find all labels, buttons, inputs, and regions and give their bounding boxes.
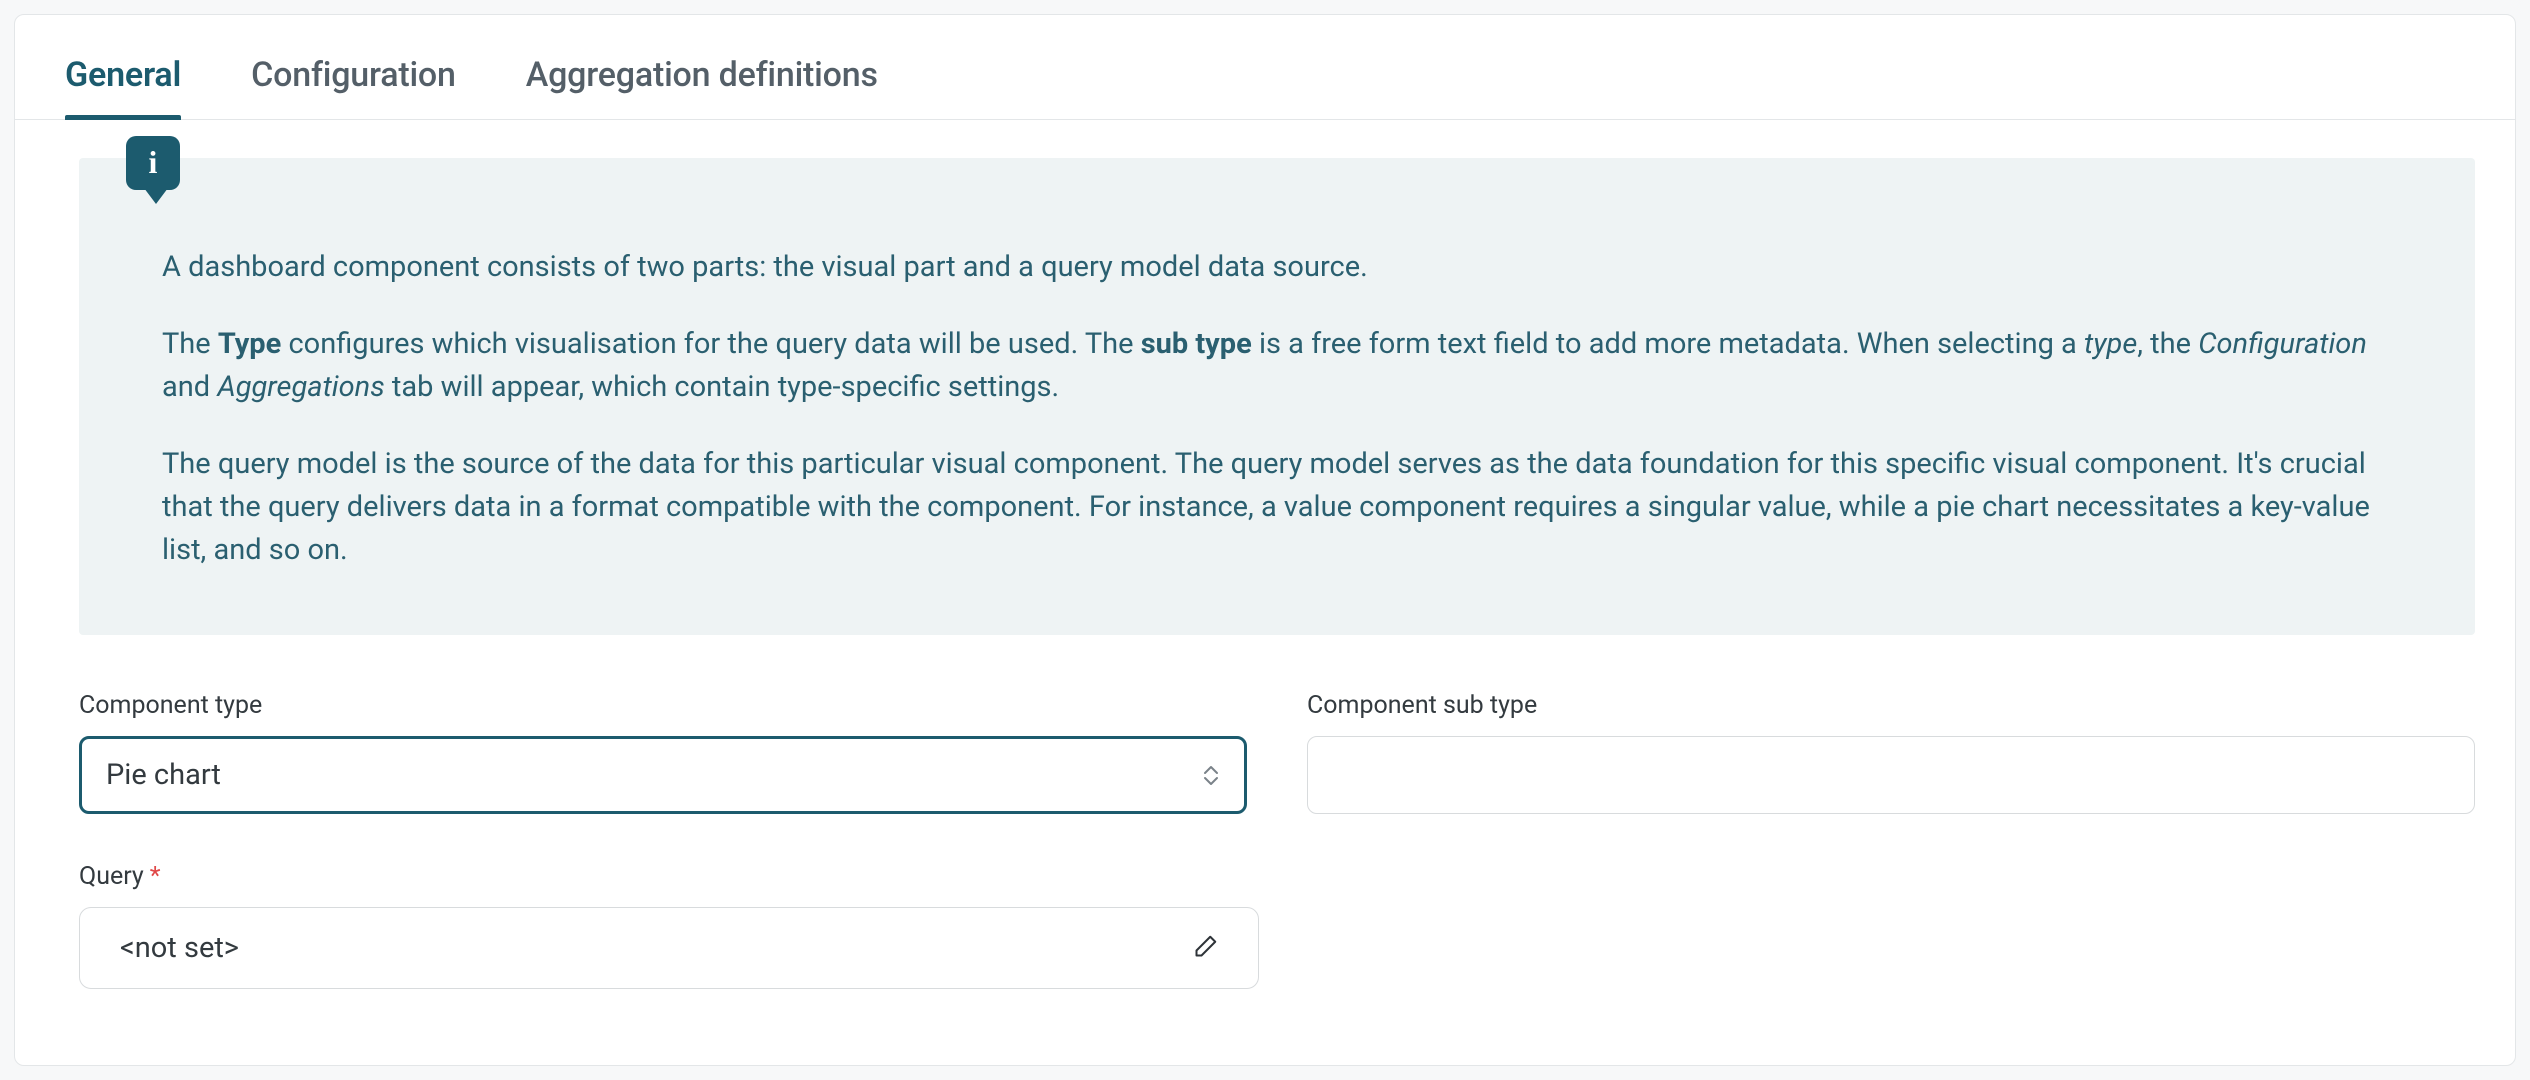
- component-type-select[interactable]: Pie chart: [79, 736, 1247, 814]
- tab-configuration[interactable]: Configuration: [251, 55, 456, 119]
- form-area: Component type Pie chart Component sub t…: [15, 635, 2515, 989]
- tab-label: Aggregation definitions: [526, 55, 878, 95]
- pencil-icon[interactable]: [1184, 928, 1224, 968]
- info-callout: i A dashboard component consists of two …: [79, 158, 2475, 635]
- settings-panel: General Configuration Aggregation defini…: [14, 14, 2516, 1066]
- component-sub-type-label: Component sub type: [1307, 691, 2475, 720]
- select-chevrons-icon: [1202, 765, 1220, 786]
- tab-general[interactable]: General: [65, 55, 181, 119]
- query-value: <not set>: [120, 931, 239, 965]
- query-picker[interactable]: <not set>: [79, 907, 1259, 989]
- component-sub-type-input-wrapper: [1307, 736, 2475, 814]
- info-paragraph-2: The Type configures which visualisation …: [162, 323, 2385, 409]
- tab-label: General: [65, 55, 181, 95]
- required-indicator: *: [150, 862, 161, 891]
- tabs-bar: General Configuration Aggregation defini…: [15, 15, 2515, 120]
- component-type-value: Pie chart: [106, 758, 221, 792]
- tab-label: Configuration: [251, 55, 456, 95]
- query-label: Query*: [79, 862, 1259, 891]
- component-type-label: Component type: [79, 691, 1247, 720]
- tab-aggregation-definitions[interactable]: Aggregation definitions: [526, 55, 878, 119]
- info-paragraph-3: The query model is the source of the dat…: [162, 443, 2385, 572]
- component-sub-type-input[interactable]: [1334, 737, 2448, 813]
- info-paragraph-1: A dashboard component consists of two pa…: [162, 246, 2385, 289]
- info-icon: i: [126, 136, 180, 190]
